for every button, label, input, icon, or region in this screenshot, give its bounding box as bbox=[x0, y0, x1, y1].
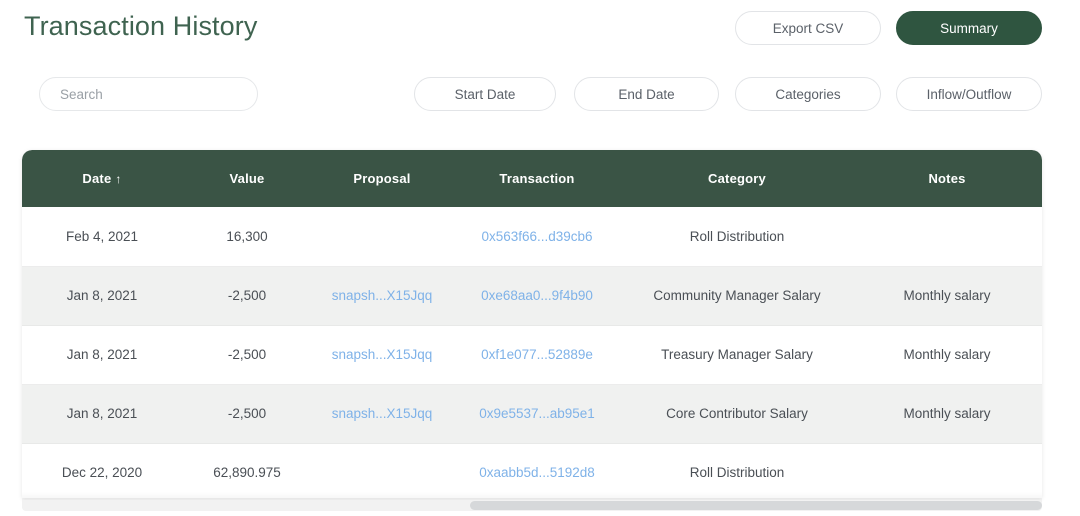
column-header-category[interactable]: Category bbox=[622, 150, 852, 207]
column-header-transaction[interactable]: Transaction bbox=[452, 150, 622, 207]
cell-proposal[interactable]: snapsh...X15Jqq bbox=[312, 325, 452, 385]
column-header-date-label: Date bbox=[82, 171, 112, 186]
page-title: Transaction History bbox=[24, 11, 258, 41]
end-date-button[interactable]: End Date bbox=[574, 77, 719, 111]
transactions-table-container: Date ↑ Value Proposal Transaction Categor… bbox=[22, 150, 1042, 498]
proposal-link[interactable]: snapsh...X15Jqq bbox=[332, 347, 433, 362]
cell-category: Roll Distribution bbox=[622, 207, 852, 267]
search-box[interactable] bbox=[39, 77, 258, 111]
cell-proposal[interactable]: snapsh...X15Jqq bbox=[312, 266, 452, 326]
cell-category: Treasury Manager Salary bbox=[622, 325, 852, 385]
table-row[interactable]: Jan 8, 2021 -2,500 snapsh...X15Jqq 0x9e5537… bbox=[22, 384, 1042, 444]
cell-transaction[interactable]: 0xf1e077...52889e bbox=[452, 325, 622, 385]
cell-date: Dec 22, 2020 bbox=[22, 443, 182, 498]
transaction-link[interactable]: 0x9e5537...ab95e1 bbox=[479, 406, 595, 421]
summary-button[interactable]: Summary bbox=[896, 11, 1042, 45]
table-row[interactable]: Jan 8, 2021 -2,500 snapsh...X15Jqq 0xf1e077… bbox=[22, 325, 1042, 385]
cell-date: Jan 8, 2021 bbox=[22, 325, 182, 385]
cell-transaction[interactable]: 0x9e5537...ab95e1 bbox=[452, 384, 622, 444]
transaction-link[interactable]: 0xf1e077...52889e bbox=[481, 347, 593, 362]
table-body: Feb 4, 2021 16,300 0x563f66...d39cb6 Roll D… bbox=[22, 207, 1042, 498]
cell-value: 62,890.975 bbox=[182, 443, 312, 498]
cell-notes bbox=[852, 443, 1042, 498]
start-date-button[interactable]: Start Date bbox=[414, 77, 556, 111]
column-header-notes[interactable]: Notes bbox=[852, 150, 1042, 207]
search-input[interactable] bbox=[60, 86, 237, 102]
table-row[interactable]: Feb 4, 2021 16,300 0x563f66...d39cb6 Roll D… bbox=[22, 207, 1042, 267]
transaction-link[interactable]: 0xaabb5d...5192d8 bbox=[479, 465, 595, 480]
cell-category: Core Contributor Salary bbox=[622, 384, 852, 444]
cell-transaction[interactable]: 0xe68aa0...9f4b90 bbox=[452, 266, 622, 326]
cell-category: Community Manager Salary bbox=[622, 266, 852, 326]
column-header-value[interactable]: Value bbox=[182, 150, 312, 207]
cell-notes: Monthly salary bbox=[852, 266, 1042, 326]
transaction-link[interactable]: 0xe68aa0...9f4b90 bbox=[481, 288, 593, 303]
cell-category: Roll Distribution bbox=[622, 443, 852, 498]
table-row[interactable]: Jan 8, 2021 -2,500 snapsh...X15Jqq 0xe68aa0… bbox=[22, 266, 1042, 326]
column-header-date[interactable]: Date ↑ bbox=[22, 150, 182, 207]
inflow-outflow-button[interactable]: Inflow/Outflow bbox=[896, 77, 1042, 111]
cell-date: Jan 8, 2021 bbox=[22, 384, 182, 444]
sort-ascending-icon[interactable]: ↑ bbox=[115, 172, 121, 186]
table-header-row: Date ↑ Value Proposal Transaction Categor… bbox=[22, 150, 1042, 207]
cell-value: -2,500 bbox=[182, 325, 312, 385]
cell-value: -2,500 bbox=[182, 384, 312, 444]
cell-transaction[interactable]: 0xaabb5d...5192d8 bbox=[452, 443, 622, 498]
cell-date: Feb 4, 2021 bbox=[22, 207, 182, 267]
categories-button[interactable]: Categories bbox=[735, 77, 881, 111]
horizontal-scrollbar-thumb[interactable] bbox=[470, 501, 1042, 510]
export-csv-button[interactable]: Export CSV bbox=[735, 11, 881, 45]
transaction-link[interactable]: 0x563f66...d39cb6 bbox=[481, 229, 592, 244]
cell-value: 16,300 bbox=[182, 207, 312, 267]
cell-notes: Monthly salary bbox=[852, 325, 1042, 385]
cell-notes: Monthly salary bbox=[852, 384, 1042, 444]
transaction-history-page: Transaction History Export CSV Summary S… bbox=[0, 0, 1080, 516]
cell-proposal[interactable]: snapsh...X15Jqq bbox=[312, 384, 452, 444]
page-header: Transaction History Export CSV Summary bbox=[0, 0, 1080, 60]
table-head: Date ↑ Value Proposal Transaction Categor… bbox=[22, 150, 1042, 207]
transactions-table: Date ↑ Value Proposal Transaction Categor… bbox=[22, 150, 1042, 498]
table-row[interactable]: Dec 22, 2020 62,890.975 0xaabb5d...5192d8 R… bbox=[22, 443, 1042, 498]
proposal-link[interactable]: snapsh...X15Jqq bbox=[332, 406, 433, 421]
cell-notes bbox=[852, 207, 1042, 267]
proposal-link[interactable]: snapsh...X15Jqq bbox=[332, 288, 433, 303]
column-header-proposal[interactable]: Proposal bbox=[312, 150, 452, 207]
cell-transaction[interactable]: 0x563f66...d39cb6 bbox=[452, 207, 622, 267]
cell-date: Jan 8, 2021 bbox=[22, 266, 182, 326]
cell-proposal bbox=[312, 207, 452, 267]
cell-proposal bbox=[312, 443, 452, 498]
cell-value: -2,500 bbox=[182, 266, 312, 326]
